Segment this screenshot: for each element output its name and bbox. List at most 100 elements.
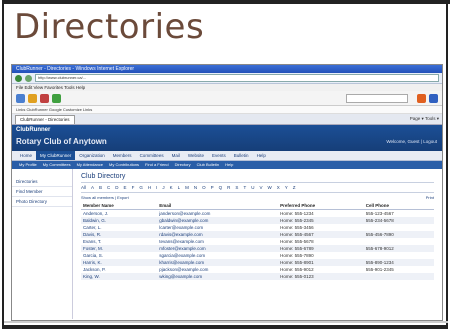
alphabet-letter[interactable]: M (185, 185, 189, 190)
alphabet-letter[interactable]: F (132, 185, 135, 190)
menu-bar[interactable]: File Edit View Favorites Tools Help (12, 84, 442, 91)
column-header[interactable]: Cell Phone (363, 202, 434, 210)
alphabet-letter[interactable]: S (235, 185, 238, 190)
nav-item[interactable]: Mail (168, 151, 184, 160)
browser-toolbar (12, 91, 442, 106)
subnav-item[interactable]: Directory (172, 161, 194, 169)
table-cell[interactable]: lcarter@example.com (157, 224, 278, 231)
toolbar-icon[interactable] (429, 93, 438, 103)
alphabet-letter[interactable]: P (211, 185, 214, 190)
column-header[interactable]: Preferred Phone (278, 202, 364, 210)
alphabet-letter[interactable]: U (251, 185, 254, 190)
toolbar-icon[interactable] (417, 93, 426, 103)
nav-item[interactable]: My ClubRunner (36, 151, 76, 160)
subnav-item[interactable]: Club Bulletin (194, 161, 222, 169)
table-row: Baldwin, G. gbaldwin@example.com Home: 555… (81, 217, 434, 224)
table-cell[interactable]: wking@example.com (157, 273, 279, 280)
table-cell[interactable]: pjackson@example.com (157, 266, 278, 273)
alphabet-letter[interactable]: Z (293, 185, 296, 190)
print-icon[interactable] (52, 93, 61, 103)
alphabet-letter[interactable]: A (91, 185, 94, 190)
alphabet-letter[interactable]: L (178, 185, 181, 190)
nav-item[interactable]: Bulletin (230, 151, 253, 160)
table-cell[interactable]: kharris@example.com (157, 259, 279, 266)
tab-tools[interactable]: Page ▾ Tools ▾ (410, 116, 439, 122)
subnav-item[interactable]: My Committees (40, 161, 74, 169)
welcome-text[interactable]: Welcome, Guest | Logout (386, 139, 437, 144)
home-icon[interactable] (16, 93, 25, 103)
nav-item[interactable]: Organization (75, 151, 109, 160)
toolbar-search-input[interactable] (346, 93, 408, 103)
alphabet-letter[interactable]: C (107, 185, 110, 190)
alphabet-letter[interactable]: R (227, 185, 230, 190)
alphabet-letter[interactable]: G (139, 185, 143, 190)
table-row: Harris, K. kharris@example.com Home: 555-8… (81, 259, 434, 266)
alphabet-letter[interactable]: B (99, 185, 102, 190)
nav-item[interactable]: Website (184, 151, 208, 160)
column-header[interactable]: Member Name (81, 202, 158, 210)
nav-item[interactable]: Events (208, 151, 230, 160)
alphabet-letter[interactable]: D (115, 185, 118, 190)
side-link-directories[interactable]: Directories (12, 177, 72, 187)
table-cell[interactable]: Jackson, P. (81, 266, 157, 273)
browser-tab[interactable]: ClubRunner - Directories (15, 114, 75, 124)
table-cell[interactable]: tevans@example.com (157, 238, 278, 245)
table-cell[interactable]: Evans, T. (81, 238, 157, 245)
favorites-icon[interactable] (28, 93, 37, 103)
table-cell: 555-890-1234 (363, 259, 434, 266)
subnav-item[interactable]: Find a Friend (142, 161, 172, 169)
alphabet-letter[interactable]: E (124, 185, 127, 190)
table-cell[interactable]: sgarcia@example.com (157, 252, 278, 259)
directory-table: Member Name Email Preferred Phone Cell P… (81, 202, 434, 280)
table-cell[interactable]: Anderson, J. (81, 210, 157, 218)
alphabet-letter[interactable]: T (243, 185, 246, 190)
alphabet-letter[interactable]: W (267, 185, 271, 190)
alphabet-letter[interactable]: Y (285, 185, 288, 190)
alphabet-letter[interactable]: N (194, 185, 197, 190)
alphabet-letter[interactable]: K (170, 185, 173, 190)
alphabet-letter[interactable]: O (202, 185, 206, 190)
table-cell[interactable]: Baldwin, G. (81, 217, 158, 224)
table-cell[interactable]: Foster, M. (81, 245, 158, 252)
nav-item[interactable]: Home (16, 151, 36, 160)
options-left[interactable]: Show all members | Export (81, 195, 129, 200)
alphabet-letter[interactable]: H (148, 185, 151, 190)
table-cell[interactable]: Harris, K. (81, 259, 158, 266)
back-icon[interactable] (15, 74, 22, 82)
table-cell[interactable]: mfoster@example.com (157, 245, 279, 252)
print-link[interactable]: Print (426, 195, 434, 200)
directory-title: Club Directory (81, 173, 126, 180)
table-cell[interactable]: janderson@example.com (157, 210, 278, 218)
side-link-photo-directory[interactable]: Photo Directory (12, 197, 72, 207)
table-cell: 555-234-5678 (363, 217, 434, 224)
table-cell[interactable]: Carter, L. (81, 224, 157, 231)
side-link-find-member[interactable]: Find Member (12, 187, 72, 197)
bottom-light-rule (4, 321, 448, 323)
table-cell: Home: 555-2345 (278, 217, 364, 224)
alphabet-letter[interactable]: X (277, 185, 280, 190)
nav-item[interactable]: Members (109, 151, 136, 160)
column-header[interactable]: Email (157, 202, 279, 210)
alphabet-letter[interactable]: All (81, 185, 86, 190)
subnav-item[interactable]: Help (222, 161, 236, 169)
nav-item[interactable]: Help (253, 151, 270, 160)
links-bar[interactable]: Links ClubRunner Google Customize Links (12, 106, 442, 114)
table-cell[interactable]: rdavis@example.com (157, 231, 279, 238)
alphabet-letter[interactable]: V (259, 185, 262, 190)
table-cell[interactable]: gbaldwin@example.com (157, 217, 279, 224)
table-cell[interactable]: Garcia, S. (81, 252, 157, 259)
subnav-item[interactable]: My Attendance (74, 161, 106, 169)
table-cell[interactable]: King, W. (81, 273, 158, 280)
address-bar[interactable]: http://www.clubrunner.ca/... (35, 74, 439, 82)
alphabet-letter[interactable]: I (156, 185, 157, 190)
nav-item[interactable]: Committees (136, 151, 168, 160)
subnav-item[interactable]: My Profile (16, 161, 40, 169)
forward-icon[interactable] (25, 74, 32, 82)
site-brand[interactable]: ClubRunner (16, 127, 50, 133)
alphabet-letter[interactable]: J (162, 185, 164, 190)
alphabet-letter[interactable]: Q (219, 185, 223, 190)
table-cell[interactable]: Davis, R. (81, 231, 158, 238)
subnav-item[interactable]: My Contributions (106, 161, 142, 169)
table-cell: Home: 555-4567 (278, 231, 364, 238)
mail-icon[interactable] (40, 93, 49, 103)
